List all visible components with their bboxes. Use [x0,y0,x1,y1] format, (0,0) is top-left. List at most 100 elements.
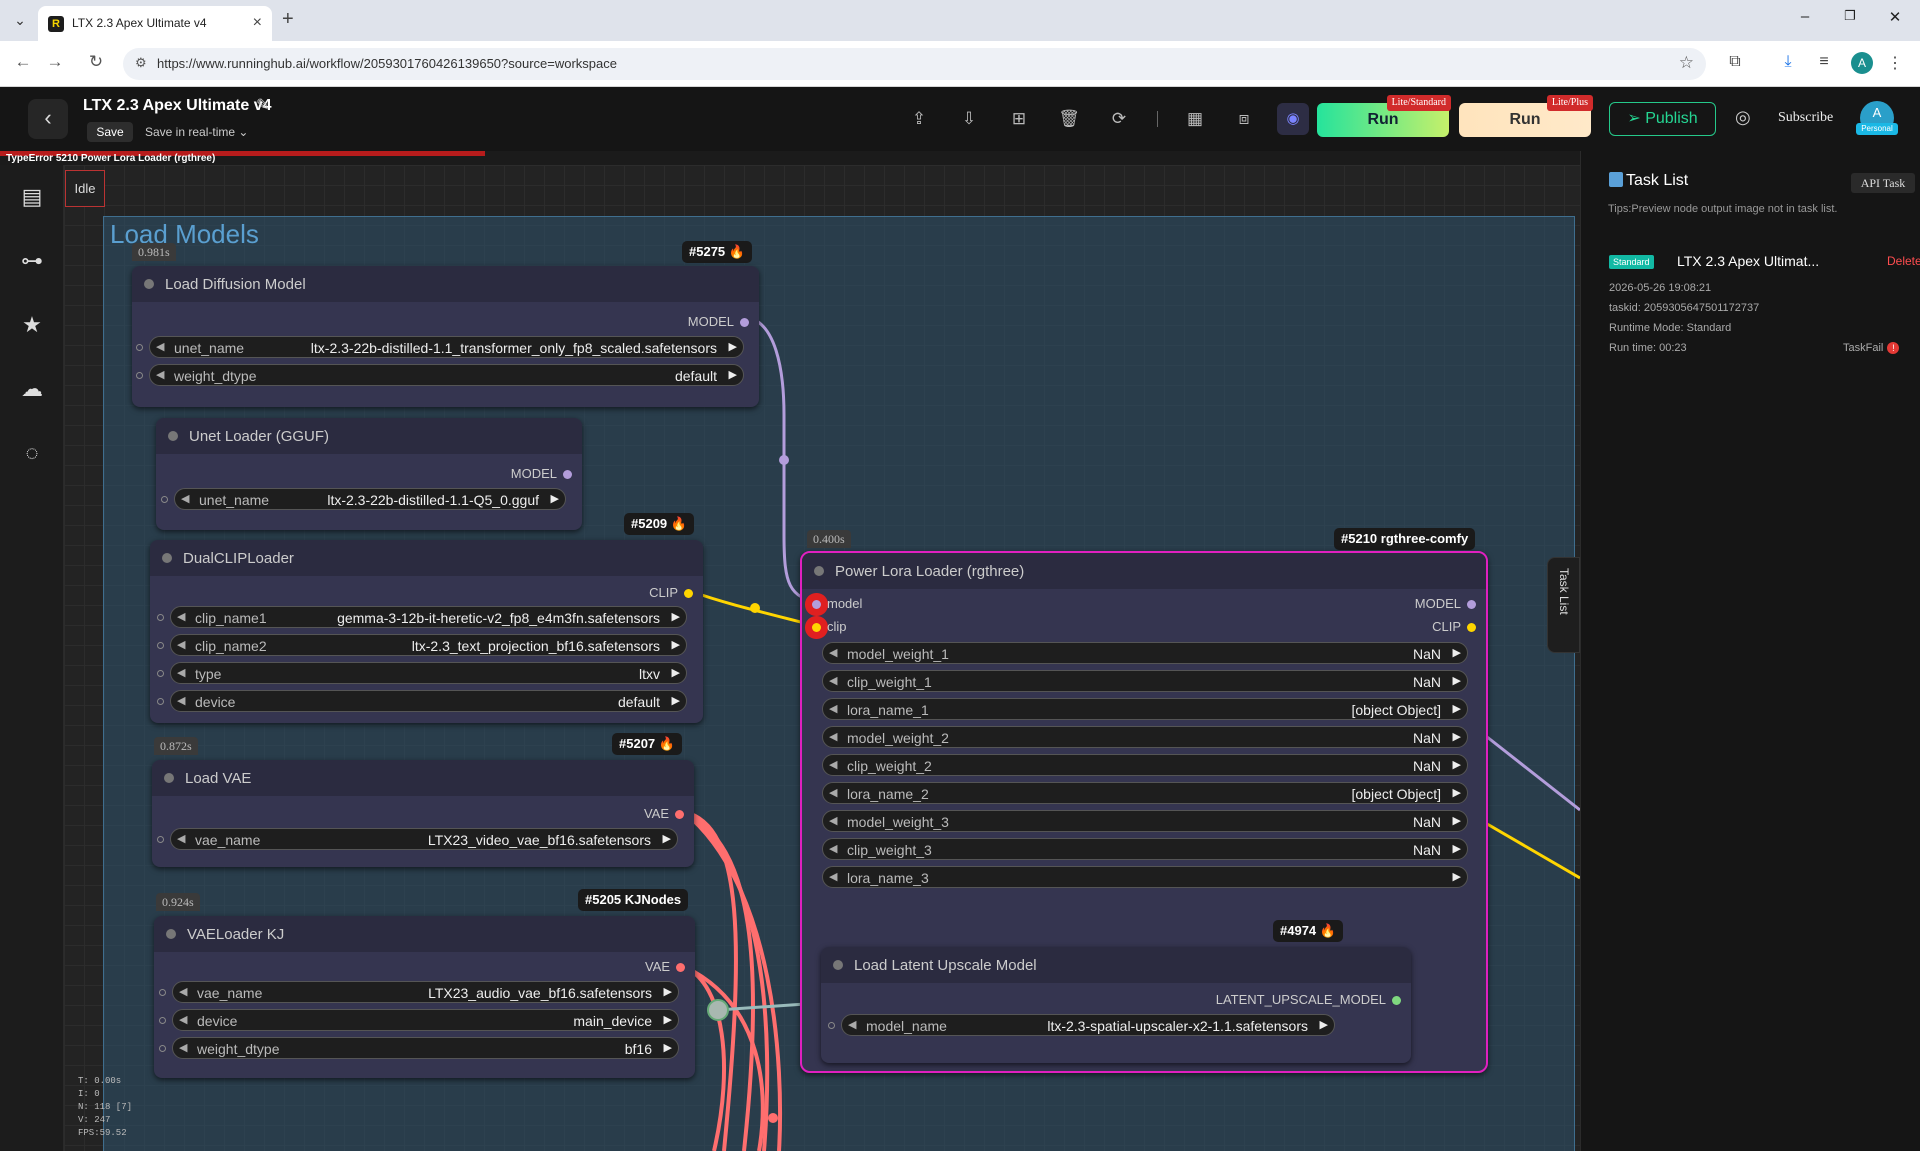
widget-clip-name2[interactable]: ◀ clip_name2 ltx-2.3_text_projection_bf1… [157,634,687,656]
widget-input-dot[interactable] [157,670,164,677]
decrement-arrow-icon[interactable]: ◀ [156,340,164,353]
node-header[interactable]: Unet Loader (GGUF) [156,418,582,454]
restore-icon[interactable]: ❐ [1838,8,1862,24]
decrement-arrow-icon[interactable]: ◀ [829,646,837,659]
increment-arrow-icon[interactable]: ▶ [1453,646,1461,659]
increment-arrow-icon[interactable]: ▶ [672,694,680,707]
output-model[interactable]: MODEL [1415,596,1476,611]
widget-input-dot[interactable] [161,496,168,503]
widget-vae-name[interactable]: ◀ vae_name LTX23_video_vae_bf16.safetens… [157,828,678,850]
run-standard-button[interactable]: Run Lite/Standard [1317,95,1451,137]
decrement-arrow-icon[interactable]: ◀ [829,758,837,771]
node-unet-loader-gguf[interactable]: Unet Loader (GGUF) MODEL ◀ unet_name ltx… [156,418,582,530]
decrement-arrow-icon[interactable]: ◀ [848,1018,856,1031]
node-header[interactable]: Load Latent Upscale Model [821,947,1411,983]
port-dot-icon[interactable] [684,589,693,599]
forward-arrow-icon[interactable]: → [43,52,67,72]
sitemap-icon[interactable]: ⊶ [18,247,46,275]
task-list-toggle[interactable]: Task List [1547,557,1580,653]
save-button[interactable]: Save [87,122,133,142]
input-model[interactable]: model [812,596,862,611]
port-dot-icon[interactable] [812,623,821,633]
edit-pencil-icon[interactable]: ✎ [256,95,269,115]
node-load-diffusion-model[interactable]: Load Diffusion Model MODEL ◀ unet_name l… [132,266,759,407]
output-clip[interactable]: CLIP [649,585,693,600]
decrement-arrow-icon[interactable]: ◀ [829,702,837,715]
run-plus-button[interactable]: Run Lite/Plus [1459,95,1593,137]
widget-clip-name1[interactable]: ◀ clip_name1 gemma-3-12b-it-heretic-v2_f… [157,606,687,628]
decrement-arrow-icon[interactable]: ◀ [177,638,185,651]
increment-arrow-icon[interactable]: ▶ [1453,842,1461,855]
reroute-node[interactable] [707,999,729,1021]
increment-arrow-icon[interactable]: ▶ [672,638,680,651]
delete-task-button[interactable]: Delete [1887,254,1920,268]
decrement-arrow-icon[interactable]: ◀ [829,730,837,743]
download-icon[interactable]: ⤓ [1777,53,1799,71]
port-dot-icon[interactable] [675,810,684,820]
collapse-dot-icon[interactable] [144,279,154,289]
reload-icon[interactable]: ↻ [84,52,108,72]
node-header[interactable]: DualCLIPLoader [150,540,703,576]
output-model[interactable]: MODEL [511,466,572,481]
node-header[interactable]: Power Lora Loader (rgthree) [802,553,1486,589]
decrement-arrow-icon[interactable]: ◀ [829,674,837,687]
lora-widget-clip-weight-1[interactable]: ◀ clip_weight_1 NaN ▶ [822,670,1468,692]
task-card[interactable]: Standard LTX 2.3 Apex Ultimat... Delete … [1609,251,1920,361]
node-load-vae[interactable]: Load VAE VAE ◀ vae_name LTX23_video_vae_… [152,760,694,867]
lora-widget-lora-name-1[interactable]: ◀ lora_name_1 [object Object] ▶ [822,698,1468,720]
increment-arrow-icon[interactable]: ▶ [729,368,737,381]
browser-profile-avatar[interactable]: A [1851,52,1873,74]
node-load-latent-upscale-model[interactable]: Load Latent Upscale Model LATENT_UPSCALE… [821,947,1411,1063]
port-dot-icon[interactable] [1467,623,1476,633]
refresh-icon[interactable]: ⟳ [1107,109,1131,129]
input-clip[interactable]: clip [812,619,847,634]
export-icon[interactable]: ⊞ [1007,109,1031,129]
increment-arrow-icon[interactable]: ▶ [1320,1018,1328,1031]
increment-arrow-icon[interactable]: ▶ [1453,702,1461,715]
collapse-dot-icon[interactable] [168,431,178,441]
back-arrow-icon[interactable]: ← [11,52,35,72]
discord-icon[interactable]: ◉ [1277,103,1309,135]
increment-arrow-icon[interactable]: ▶ [729,340,737,353]
collapse-dot-icon[interactable] [164,773,174,783]
widget-vae-name[interactable]: ◀ vae_name LTX23_audio_vae_bf16.safetens… [159,981,679,1003]
media-icon[interactable]: ≡ [1813,53,1835,71]
user-avatar[interactable]: A Personal [1856,101,1898,135]
increment-arrow-icon[interactable]: ▶ [1453,870,1461,883]
node-header[interactable]: Load VAE [152,760,694,796]
widget-device[interactable]: ◀ device default ▶ [157,690,687,712]
port-dot-icon[interactable] [1392,996,1401,1006]
grid-icon[interactable]: ▦ [1183,109,1207,129]
extensions-icon[interactable]: ⧉ [1724,53,1746,71]
star-icon[interactable]: ★ [18,311,46,339]
output-vae[interactable]: VAE [644,806,684,821]
publish-button[interactable]: ➢ Publish [1609,102,1716,136]
increment-arrow-icon[interactable]: ▶ [664,1013,672,1026]
subscribe-link[interactable]: Subscribe [1778,110,1833,126]
url-input[interactable]: ⚙ https://www.runninghub.ai/workflow/205… [123,48,1706,80]
widget-input-dot[interactable] [159,1017,166,1024]
lora-widget-model-weight-2[interactable]: ◀ model_weight_2 NaN ▶ [822,726,1468,748]
increment-arrow-icon[interactable]: ▶ [1453,786,1461,799]
increment-arrow-icon[interactable]: ▶ [663,832,671,845]
node-vaeloader-kj[interactable]: VAELoader KJ VAE ◀ vae_name LTX23_audio_… [154,916,695,1078]
browser-tab[interactable]: R LTX 2.3 Apex Ultimate v4 × [38,6,272,41]
widget-model-name[interactable]: ◀ model_name ltx-2.3-spatial-upscaler-x2… [828,1014,1335,1036]
widget-input-dot[interactable] [159,989,166,996]
node-header[interactable]: Load Diffusion Model [132,266,759,302]
menu-kebab-icon[interactable]: ⋮ [1884,53,1906,73]
window-close-icon[interactable]: ✕ [1883,8,1907,26]
decrement-arrow-icon[interactable]: ◀ [179,1013,187,1026]
increment-arrow-icon[interactable]: ▶ [1453,730,1461,743]
widget-type[interactable]: ◀ type ltxv ▶ [157,662,687,684]
upload-icon[interactable]: ⇪ [907,109,931,129]
widget-input-dot[interactable] [157,614,164,621]
widget-input-dot[interactable] [157,698,164,705]
widget-weight-dtype[interactable]: ◀ weight_dtype bf16 ▶ [159,1037,679,1059]
decrement-arrow-icon[interactable]: ◀ [829,786,837,799]
widget-input-dot[interactable] [157,642,164,649]
decrement-arrow-icon[interactable]: ◀ [179,1041,187,1054]
site-info-icon[interactable]: ⚙ [135,55,147,71]
output-clip[interactable]: CLIP [1432,619,1476,634]
widget-input-dot[interactable] [136,344,143,351]
